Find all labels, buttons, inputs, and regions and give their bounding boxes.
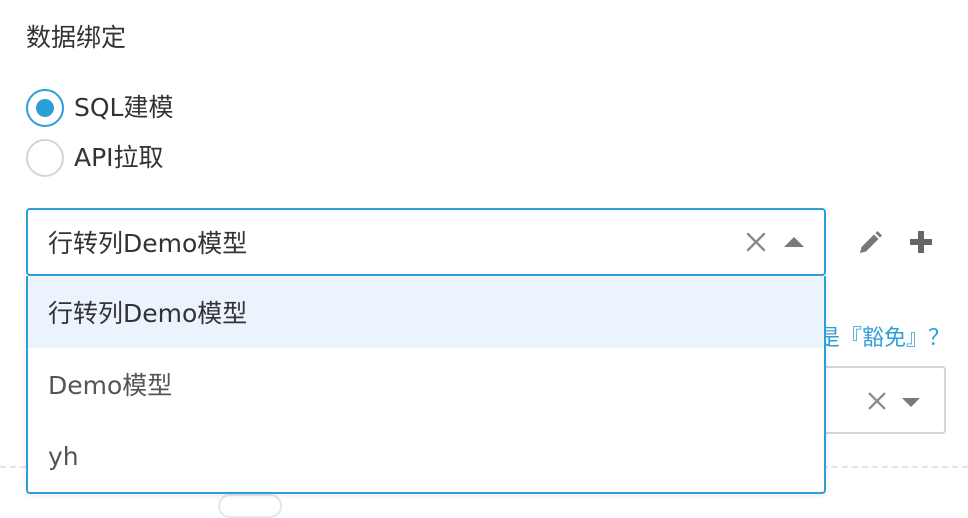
dropdown-option-yh[interactable]: yh — [28, 420, 824, 492]
close-icon[interactable] — [744, 230, 768, 254]
close-icon[interactable] — [866, 390, 888, 412]
radio-button-checked[interactable] — [26, 89, 64, 127]
model-select[interactable]: 行转列Demo模型 — [26, 208, 826, 276]
secondary-select[interactable] — [810, 366, 946, 434]
plus-icon[interactable] — [908, 229, 934, 255]
section-title: 数据绑定 — [26, 23, 127, 52]
radio-label-api: API拉取 — [74, 143, 164, 172]
radio-sql-modeling[interactable]: SQL建模 — [26, 89, 173, 127]
model-dropdown-menu: 行转列Demo模型 Demo模型 yh — [26, 276, 826, 494]
partial-toggle[interactable] — [218, 494, 282, 518]
radio-api-pull[interactable]: API拉取 — [26, 139, 164, 177]
caret-up-icon[interactable] — [784, 237, 804, 247]
pencil-icon[interactable] — [856, 229, 884, 257]
dropdown-option-demo-model[interactable]: Demo模型 — [28, 348, 824, 420]
radio-button-unchecked[interactable] — [26, 139, 64, 177]
exemption-help-link[interactable]: 是『豁免』？ — [818, 320, 950, 352]
model-select-value: 行转列Demo模型 — [48, 229, 248, 258]
caret-down-icon[interactable] — [902, 398, 920, 407]
dropdown-option-row-to-column-demo[interactable]: 行转列Demo模型 — [28, 276, 824, 348]
radio-label-sql: SQL建模 — [74, 93, 174, 122]
